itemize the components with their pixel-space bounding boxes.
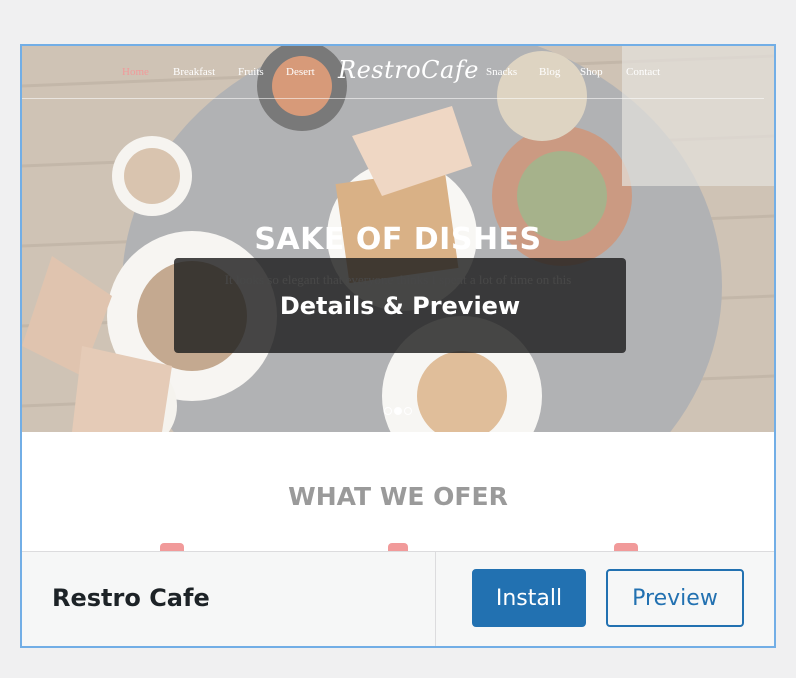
slider-dot — [384, 407, 392, 415]
nav-item-blog: Blog — [539, 66, 561, 78]
nav-item-shop: Shop — [580, 66, 603, 78]
nav-item-desert: Desert — [286, 66, 315, 78]
install-button[interactable]: Install — [472, 569, 586, 627]
theme-name: Restro Cafe — [52, 584, 210, 612]
slider-dot-active — [394, 407, 402, 415]
theme-card-footer: Restro Cafe Install Preview — [22, 551, 774, 646]
preview-logo: RestroCafe — [338, 56, 479, 84]
nav-item-snacks: Snacks — [486, 66, 518, 78]
feature-icon — [388, 543, 408, 551]
section-title: WHAT WE OFER — [288, 482, 508, 511]
footer-divider — [435, 552, 436, 646]
nav-item-breakfast: Breakfast — [173, 66, 216, 78]
preview-button[interactable]: Preview — [606, 569, 744, 627]
nav-item-contact: Contact — [626, 66, 661, 78]
nav-divider — [22, 98, 764, 99]
details-preview-overlay[interactable]: Details & Preview — [174, 258, 626, 353]
slider-dot — [404, 407, 412, 415]
nav-item-fruits: Fruits — [238, 66, 264, 78]
feature-icon — [160, 543, 184, 551]
theme-card[interactable]: Home Breakfast Fruits Desert RestroCafe … — [20, 44, 776, 648]
hero-title: SAKE OF DISHES — [254, 222, 542, 257]
preview-nav: Home Breakfast Fruits Desert RestroCafe … — [22, 46, 774, 100]
hero-image: Home Breakfast Fruits Desert RestroCafe … — [22, 46, 774, 432]
nav-item-home: Home — [122, 66, 149, 78]
feature-icon — [614, 543, 638, 551]
